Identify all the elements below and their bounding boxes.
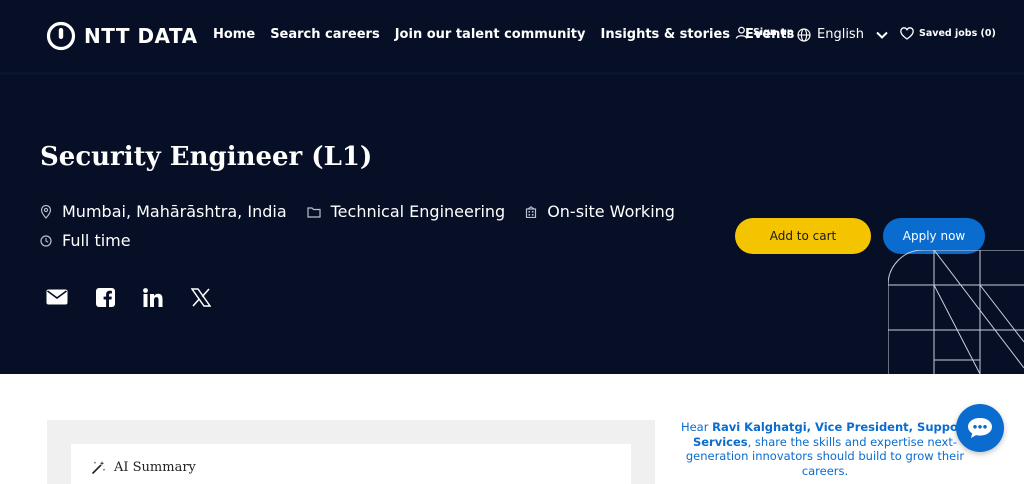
- linkedin-icon: [143, 287, 163, 307]
- job-type-label: Full time: [62, 231, 131, 250]
- ai-summary-card: AI Summary: [71, 444, 631, 484]
- social-share: [46, 286, 212, 308]
- heart-icon: [900, 27, 914, 40]
- nav-divider: [0, 72, 1024, 75]
- building-icon: [526, 205, 537, 218]
- user-icon: [735, 26, 748, 39]
- chat-bubble-icon: [968, 418, 992, 438]
- saved-jobs-label: Saved jobs (0): [919, 28, 996, 39]
- job-location-label: Mumbai, Mahārāshtra, India: [62, 202, 287, 221]
- apply-now-button[interactable]: Apply now: [883, 218, 985, 254]
- share-email-button[interactable]: [46, 286, 68, 308]
- ntt-logo-icon: [46, 21, 76, 51]
- clock-icon: [40, 234, 52, 247]
- share-x-button[interactable]: [190, 286, 212, 308]
- featured-story-quote: Hear Ravi Kalghatgi, Vice President, Sup…: [680, 420, 970, 478]
- share-facebook-button[interactable]: [94, 286, 116, 308]
- ntt-data-logo[interactable]: NTT DATA: [46, 21, 198, 51]
- x-icon: [191, 287, 211, 307]
- job-meta-row-1: Mumbai, Mahārāshtra, India Technical Eng…: [40, 202, 695, 221]
- nav-link-search-careers[interactable]: Search careers: [270, 27, 380, 42]
- job-content: AI Summary Hear Ravi Kalghatgi, Vice Pre…: [0, 374, 1024, 484]
- share-linkedin-button[interactable]: [142, 286, 164, 308]
- language-selector[interactable]: English: [797, 27, 888, 42]
- quote-prefix: Hear: [680, 420, 713, 434]
- ai-summary-heading: AI Summary: [91, 460, 196, 475]
- job-title: Security Engineer (L1): [40, 142, 373, 172]
- sign-up-label: Sign up: [753, 27, 794, 38]
- job-work-mode-label: On-site Working: [547, 202, 675, 221]
- ai-summary-title: AI Summary: [114, 460, 196, 475]
- job-category: Technical Engineering: [307, 202, 506, 221]
- magic-wand-icon: [91, 461, 106, 475]
- email-icon: [46, 289, 68, 305]
- logo-text: NTT DATA: [84, 24, 198, 48]
- job-category-label: Technical Engineering: [330, 202, 506, 221]
- nav-link-insights[interactable]: Insights & stories: [601, 27, 731, 42]
- job-meta-row-2: Full time: [40, 231, 151, 250]
- chat-button[interactable]: [956, 404, 1004, 452]
- chevron-down-icon: [876, 31, 888, 39]
- main-nav-links: Home Search careers Join our talent comm…: [213, 27, 794, 42]
- saved-jobs-link[interactable]: Saved jobs (0): [900, 27, 996, 40]
- language-label: English: [817, 27, 864, 42]
- top-navigation: NTT DATA Home Search careers Join our ta…: [0, 0, 1024, 72]
- job-location: Mumbai, Mahārāshtra, India: [40, 202, 287, 221]
- job-work-mode: On-site Working: [525, 202, 675, 221]
- nav-link-home[interactable]: Home: [213, 27, 255, 42]
- globe-icon: [797, 27, 811, 42]
- sign-up-link[interactable]: Sign up: [735, 26, 794, 39]
- summary-panel: AI Summary: [47, 420, 655, 484]
- facebook-icon: [95, 287, 115, 307]
- location-pin-icon: [40, 204, 52, 219]
- job-hero: Security Engineer (L1) Mumbai, Mahārāsht…: [0, 72, 1024, 374]
- job-type: Full time: [40, 231, 131, 250]
- add-to-cart-button[interactable]: Add to cart: [735, 218, 871, 254]
- nav-link-talent-community[interactable]: Join our talent community: [395, 27, 586, 42]
- decorative-grid-graphic: [888, 250, 1024, 374]
- folder-icon: [307, 206, 321, 218]
